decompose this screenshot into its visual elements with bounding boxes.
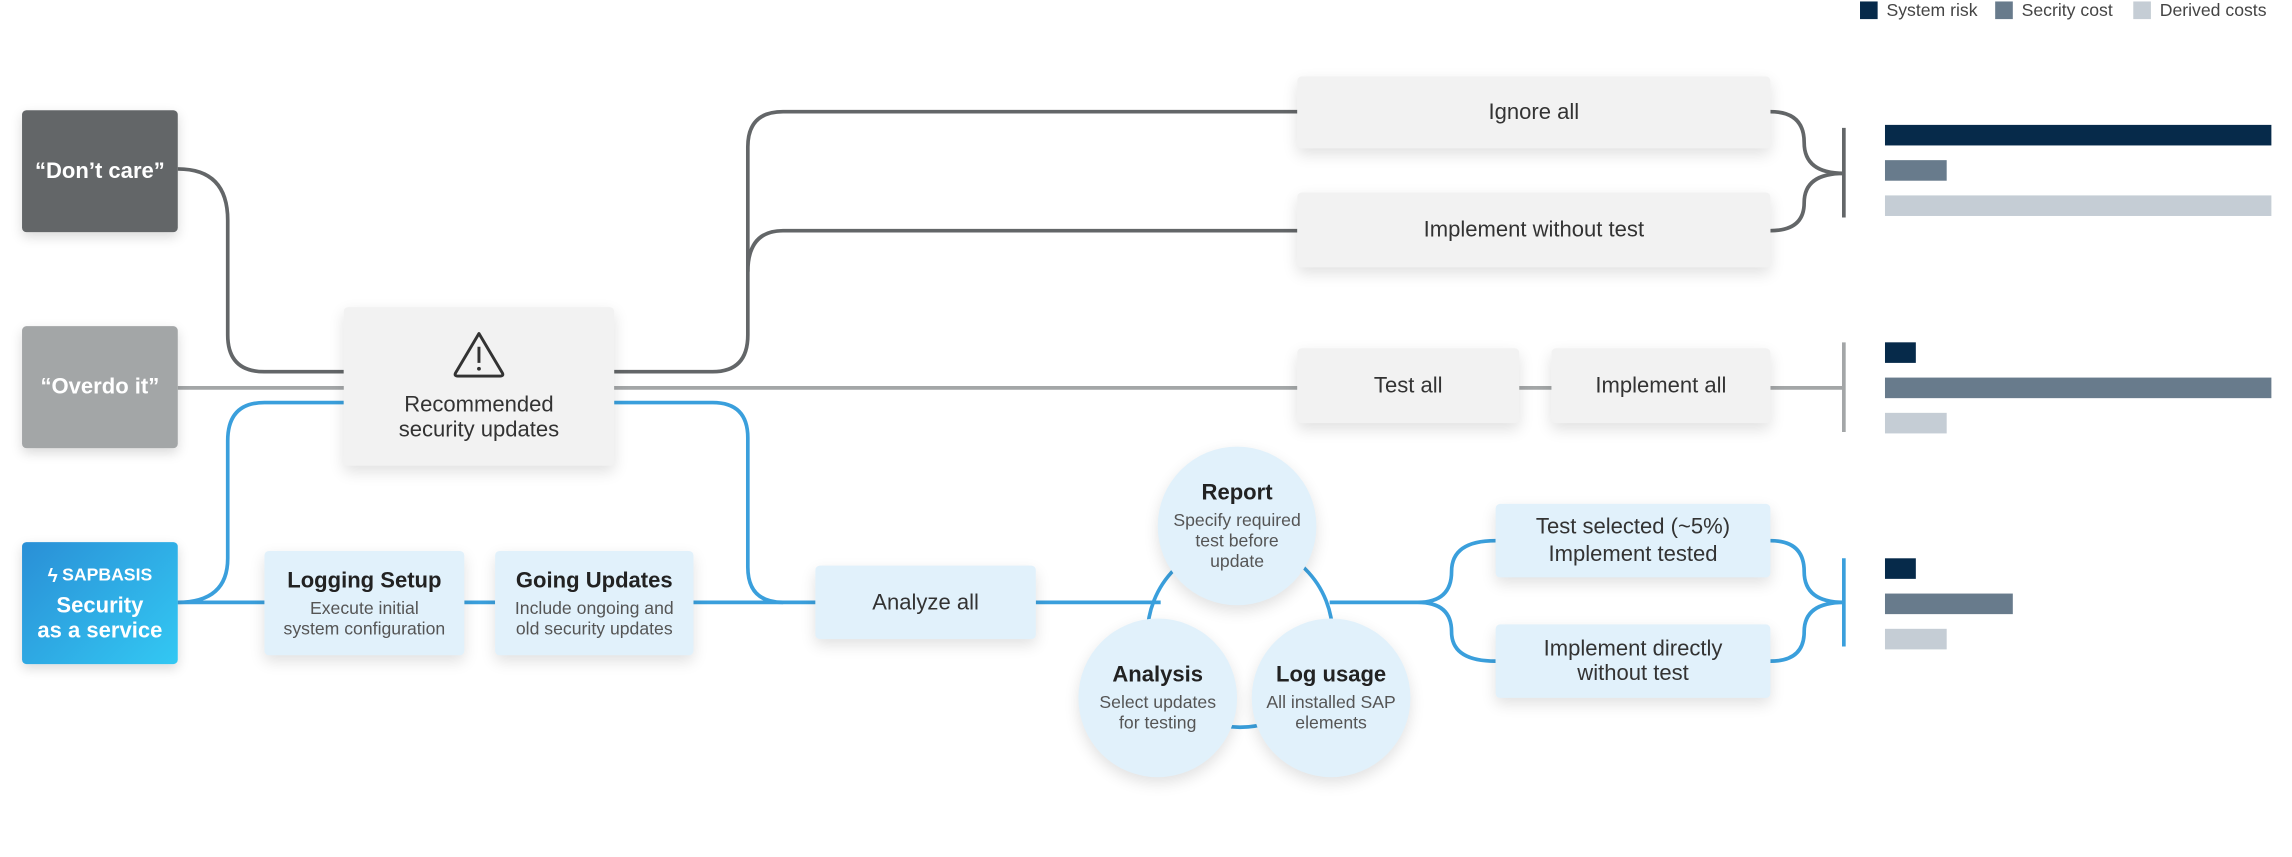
node-label: Implement without test xyxy=(1423,217,1645,243)
implement-directly-node[interactable]: Implement directly without test xyxy=(1495,624,1771,698)
persona-overdo-it[interactable]: “Overdo it” xyxy=(22,326,178,449)
legend-label: Derived costs xyxy=(2159,0,2267,21)
bar-system-risk xyxy=(1884,558,1916,579)
bar-secrity-cost xyxy=(1884,377,2272,399)
logging-setup-node[interactable]: Logging Setup Execute initial system con… xyxy=(264,550,465,656)
node-description: for testing xyxy=(1119,712,1197,734)
node-label: Analyze all xyxy=(872,589,979,615)
node-label: Test selected (~5%) xyxy=(1535,514,1731,540)
diagram: System risk Secrity cost Derived costs “… xyxy=(0,0,2292,857)
sapbasis-logo-icon: ϟ xyxy=(47,564,58,587)
legend-swatch xyxy=(1860,1,1878,20)
going-updates-node[interactable]: Going Updates Include ongoing and old se… xyxy=(495,550,694,656)
analyze-all-node[interactable]: Analyze all xyxy=(815,565,1036,640)
bar-derived-costs xyxy=(1884,628,1947,650)
bar-secrity-cost xyxy=(1884,160,1947,181)
node-title: Going Updates xyxy=(515,567,673,593)
node-title: Log usage xyxy=(1275,662,1387,688)
node-label: Implement directly xyxy=(1543,636,1723,662)
log-usage-circle[interactable]: Log usage All installed SAP elements xyxy=(1251,618,1411,778)
implement-without-test-node[interactable]: Implement without test xyxy=(1297,192,1771,268)
node-description: Execute initial xyxy=(309,597,419,618)
node-title: Analysis xyxy=(1112,662,1204,688)
legend-derived-costs: Derived costs xyxy=(2133,0,2267,21)
persona-label: “Overdo it” xyxy=(40,374,160,400)
report-circle[interactable]: Report Specify required test before upda… xyxy=(1157,446,1317,606)
legend-label: Secrity cost xyxy=(2021,0,2113,21)
legend-swatch xyxy=(1995,1,2013,20)
node-label: Implement all xyxy=(1595,373,1727,399)
persona-dont-care[interactable]: “Don’t care” xyxy=(22,110,178,233)
legend-swatch xyxy=(2133,1,2151,20)
persona-label: as a service xyxy=(37,618,163,644)
node-description: test before xyxy=(1195,530,1279,551)
node-description: update xyxy=(1210,550,1265,572)
analysis-circle[interactable]: Analysis Select updates for testing xyxy=(1078,618,1238,778)
node-label: Ignore all xyxy=(1488,99,1580,125)
node-description: Specify required xyxy=(1173,509,1301,531)
bar-derived-costs xyxy=(1884,195,2272,216)
bar-secrity-cost xyxy=(1884,593,2013,615)
test-selected-node[interactable]: Test selected (~5%) Implement tested xyxy=(1495,503,1771,578)
warning-icon xyxy=(453,332,505,378)
legend-label: System risk xyxy=(1886,0,1978,21)
node-title: Report xyxy=(1201,480,1273,506)
node-label: Test all xyxy=(1373,373,1443,399)
legend-system-risk: System risk xyxy=(1860,0,1978,21)
persona-label: “Don’t care” xyxy=(34,158,165,184)
node-description: All installed SAP xyxy=(1266,691,1396,713)
node-description: system configuration xyxy=(283,617,446,639)
node-label: Recommended xyxy=(404,392,554,418)
node-description: Include ongoing and xyxy=(514,597,674,618)
ignore-all-node[interactable]: Ignore all xyxy=(1297,76,1771,149)
persona-security-as-a-service[interactable]: ϟ SAPBASIS Security as a service xyxy=(22,542,178,665)
node-label: Implement tested xyxy=(1548,542,1718,568)
node-title: Logging Setup xyxy=(287,567,442,593)
bar-system-risk xyxy=(1884,124,2272,146)
test-all-node[interactable]: Test all xyxy=(1297,348,1520,424)
implement-all-node[interactable]: Implement all xyxy=(1551,348,1771,424)
node-description: elements xyxy=(1295,712,1367,734)
node-label: without test xyxy=(1577,661,1689,687)
persona-label: Security xyxy=(56,593,144,619)
node-label: security updates xyxy=(398,417,560,443)
node-description: Select updates xyxy=(1099,691,1217,713)
bar-derived-costs xyxy=(1884,412,1947,434)
node-description: old security updates xyxy=(515,617,673,639)
recommended-updates-node[interactable]: Recommended security updates xyxy=(343,307,615,466)
legend-security-cost: Secrity cost xyxy=(1995,0,2113,21)
bar-system-risk xyxy=(1884,342,1916,363)
sapbasis-logo: ϟ SAPBASIS xyxy=(48,563,153,588)
brand-name: SAPBASIS xyxy=(62,564,153,585)
